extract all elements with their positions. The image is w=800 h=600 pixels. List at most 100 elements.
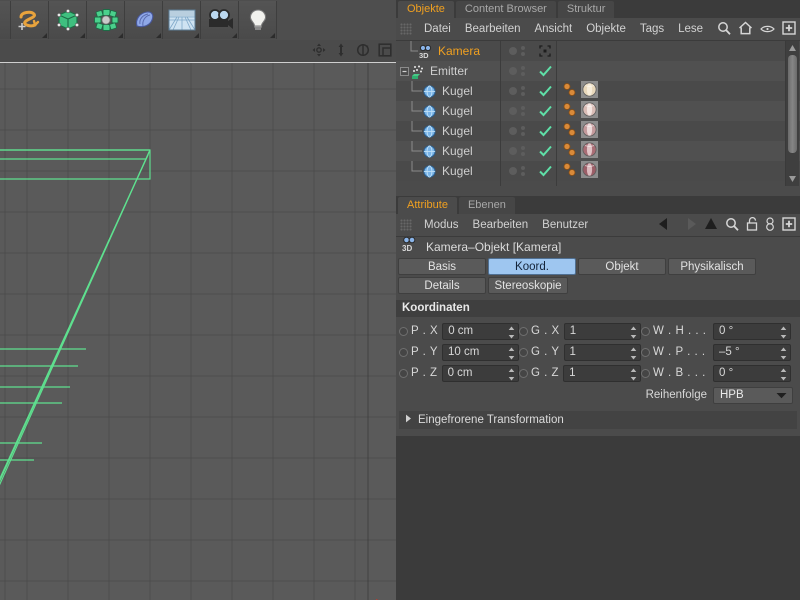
position-z-input[interactable]: 0 cm — [441, 364, 519, 382]
position-y-radio[interactable] — [399, 347, 408, 357]
position-z-spinner[interactable] — [508, 368, 515, 381]
scale-z-radio[interactable] — [519, 368, 528, 378]
tab-stereoskopie[interactable]: Stereoskopie — [488, 277, 568, 294]
render-visibility-dot[interactable] — [521, 92, 525, 96]
search-icon[interactable] — [725, 217, 739, 236]
scale-view-icon[interactable] — [334, 43, 348, 57]
tab-objekt[interactable]: Objekt — [578, 258, 666, 275]
scale-x-input[interactable]: 1 — [563, 322, 641, 340]
material-tag-icon[interactable] — [581, 161, 598, 181]
rotation-b-input[interactable]: 0 ° — [713, 364, 791, 382]
rotation-h-input[interactable]: 0 ° — [713, 322, 791, 340]
rotation-b-radio[interactable] — [641, 368, 650, 378]
enable-checkmark[interactable] — [534, 65, 556, 77]
position-x-spinner[interactable] — [508, 326, 515, 339]
position-y-field-group[interactable]: P . Y 10 cm — [399, 343, 519, 361]
rotation-p-field-group[interactable]: W . P . . . . . . –5 ° — [641, 343, 791, 361]
dynamics-tag-icon[interactable] — [562, 102, 578, 121]
visibility-dot[interactable] — [509, 167, 517, 175]
scrollbar-thumb[interactable] — [788, 55, 797, 153]
table-row[interactable]: Kugel — [396, 141, 800, 161]
position-z-field-group[interactable]: P . Z 0 cm — [399, 364, 519, 382]
render-dots[interactable] — [521, 86, 525, 96]
expand-toggle[interactable] — [400, 61, 410, 81]
position-z-radio[interactable] — [399, 368, 408, 378]
rotation-b-field-group[interactable]: W . B . . . . . . 0 ° — [641, 364, 791, 382]
lock-icon[interactable] — [746, 217, 758, 236]
menu-datei[interactable]: Datei — [417, 23, 458, 35]
position-x-radio[interactable] — [399, 326, 408, 336]
visibility-dots[interactable] — [500, 166, 534, 176]
menu-lesezeichen[interactable]: Lese — [671, 23, 710, 35]
environment-tool-button[interactable] — [163, 1, 201, 39]
menu-modus[interactable]: Modus — [417, 219, 466, 231]
tab-basis[interactable]: Basis — [398, 258, 486, 275]
frozen-transformation-section[interactable]: Eingefrorene Transformation — [399, 411, 797, 429]
tab-koord[interactable]: Koord. — [488, 258, 576, 275]
render-visibility-dot[interactable] — [521, 52, 525, 56]
visibility-dots[interactable] — [500, 126, 534, 136]
dynamics-tag-icon[interactable] — [562, 122, 578, 141]
scale-z-input[interactable]: 1 — [563, 364, 641, 382]
enable-checkmark[interactable] — [534, 85, 556, 97]
home-icon[interactable] — [738, 21, 753, 40]
object-row-kugel-5[interactable]: Kugel — [396, 161, 500, 181]
editor-visibility-dot[interactable] — [521, 106, 525, 110]
menu-benutzer[interactable]: Benutzer — [535, 219, 595, 231]
tab-physikalisch[interactable]: Physikalisch — [668, 258, 756, 275]
editor-visibility-dot[interactable] — [521, 126, 525, 130]
table-row[interactable]: 3D Kamera — [396, 41, 800, 61]
menu-tags[interactable]: Tags — [633, 23, 671, 35]
render-visibility-dot[interactable] — [521, 172, 525, 176]
scale-z-field-group[interactable]: G . Z 1 — [519, 364, 641, 382]
object-row-kugel-2[interactable]: Kugel — [396, 101, 500, 121]
visibility-dot[interactable] — [509, 127, 517, 135]
target-marker[interactable] — [534, 45, 556, 57]
tab-content-browser[interactable]: Content Browser — [455, 1, 556, 18]
position-y-input[interactable]: 10 cm — [442, 343, 519, 361]
scroll-down-arrow[interactable] — [788, 174, 797, 184]
viewport-canvas[interactable] — [0, 63, 396, 600]
light-tool-button[interactable] — [239, 1, 277, 39]
rotation-b-spinner[interactable] — [780, 368, 787, 381]
visibility-dot[interactable] — [509, 147, 517, 155]
render-visibility-dot[interactable] — [521, 112, 525, 116]
pin-icon[interactable] — [765, 217, 775, 236]
tags-cell[interactable] — [556, 121, 800, 141]
tags-cell[interactable] — [556, 101, 800, 121]
rotation-p-radio[interactable] — [641, 347, 650, 357]
visibility-dot[interactable] — [509, 107, 517, 115]
back-arrow-icon[interactable] — [658, 217, 674, 236]
enable-checkmark[interactable] — [534, 105, 556, 117]
mograph-tool-button[interactable] — [87, 1, 125, 39]
dynamics-tag-icon[interactable] — [562, 82, 578, 101]
position-x-field-group[interactable]: P . X 0 cm — [399, 322, 519, 340]
tab-details[interactable]: Details — [398, 277, 486, 294]
menu-bearbeiten[interactable]: Bearbeiten — [466, 219, 536, 231]
add-box-icon[interactable] — [782, 21, 796, 40]
table-row[interactable]: Emitter — [396, 61, 800, 81]
visibility-dots[interactable] — [500, 66, 534, 76]
table-row[interactable]: Kugel — [396, 81, 800, 101]
scale-z-spinner[interactable] — [630, 368, 637, 381]
material-tag-icon[interactable] — [581, 121, 598, 141]
render-dots[interactable] — [521, 106, 525, 116]
visibility-dots[interactable] — [500, 86, 534, 96]
render-dots[interactable] — [521, 146, 525, 156]
tags-cell[interactable] — [556, 141, 800, 161]
rotation-h-spinner[interactable] — [780, 326, 787, 339]
panel-grip-icon[interactable] — [400, 219, 412, 231]
object-tree-scrollbar[interactable] — [785, 41, 799, 186]
scale-y-spinner[interactable] — [630, 347, 637, 360]
position-y-spinner[interactable] — [508, 347, 515, 360]
tags-cell[interactable] — [556, 161, 800, 181]
object-row-emitter[interactable]: Emitter — [396, 61, 500, 81]
editor-visibility-dot[interactable] — [521, 46, 525, 50]
cube-primitive-tool-button[interactable] — [49, 1, 87, 39]
menu-ansicht[interactable]: Ansicht — [527, 23, 579, 35]
search-icon[interactable] — [717, 21, 731, 40]
up-arrow-icon[interactable] — [704, 217, 718, 236]
object-row-kamera[interactable]: 3D Kamera — [396, 41, 500, 61]
rotation-h-field-group[interactable]: W . H . . . . . . 0 ° — [641, 322, 791, 340]
editor-visibility-dot[interactable] — [521, 86, 525, 90]
